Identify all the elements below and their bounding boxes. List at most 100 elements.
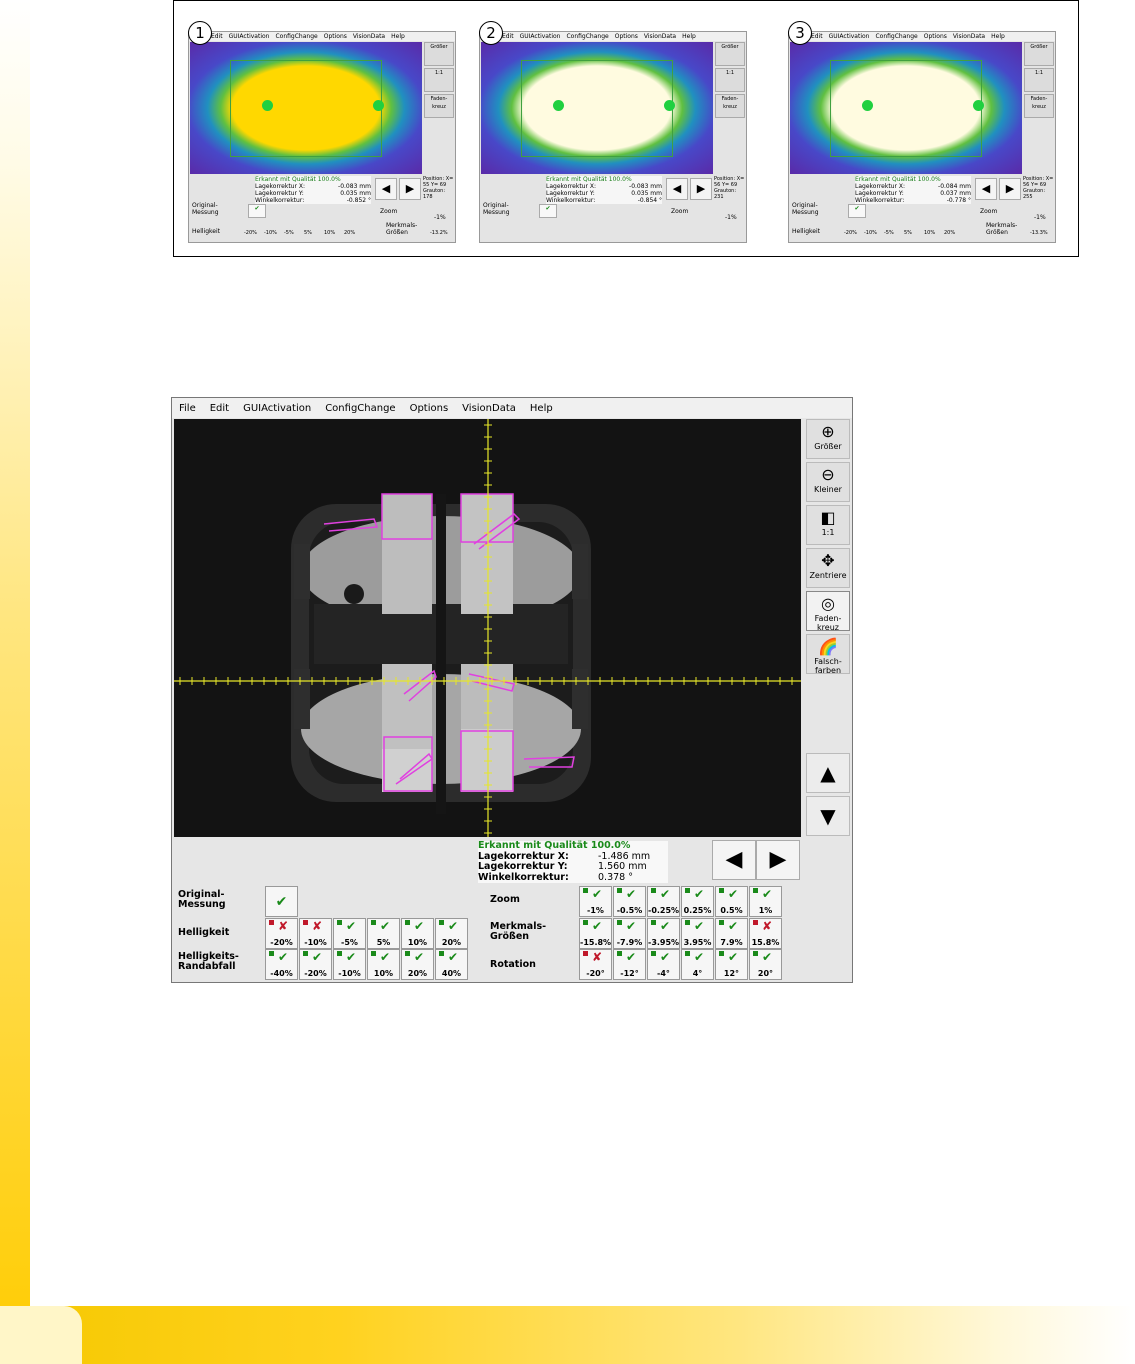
zoom-option[interactable]: ✔ -0.25%: [647, 886, 680, 917]
status-square: [303, 920, 308, 925]
zoom-option[interactable]: ✔ 1%: [749, 886, 782, 917]
side-button-4[interactable]: ◎ Faden-kreuz: [806, 591, 850, 632]
scroll-up-button[interactable]: ▲: [806, 753, 850, 793]
detection-info: Erkannt mit Qualität 100.0% Lagekorrektu…: [478, 840, 668, 883]
mini-side-toolbar: Größer 1:1 Faden-kreuz: [424, 42, 454, 174]
merkmals-option[interactable]: ✘ 15.8%: [749, 918, 782, 949]
merkmals-option[interactable]: ✔ 7.9%: [715, 918, 748, 949]
menu-configchange[interactable]: ConfigChange: [318, 403, 402, 414]
menu-file[interactable]: File: [172, 403, 203, 414]
mini-info-row: Winkelkorrektur: -0.854 °: [546, 197, 662, 204]
randabfall-option[interactable]: ✔ 20%: [401, 949, 434, 980]
angle-label: Winkelkorrektur:: [478, 871, 569, 883]
rainbow-icon: 🌈: [818, 637, 838, 656]
status-square: [337, 920, 342, 925]
next-image-button[interactable]: ▶: [756, 840, 800, 880]
mini-side-button: 1:1: [715, 68, 745, 92]
randabfall-option[interactable]: ✔ -20%: [299, 949, 332, 980]
merkmals-option[interactable]: ✔ -15.8%: [579, 918, 612, 949]
checkmark-icon: ✔: [660, 887, 671, 901]
helligkeit-option[interactable]: ✘ -20%: [265, 918, 298, 949]
side-button-2[interactable]: ◧ 1:1: [806, 505, 850, 545]
status-square: [617, 951, 622, 956]
side-button-1[interactable]: ⊖ Kleiner: [806, 462, 850, 502]
mini-info-row: Lagekorrektur Y: 0.035 mm: [255, 190, 371, 197]
side-button-5[interactable]: 🌈 Falsch-farben: [806, 634, 850, 675]
zoom-value: 0.5%: [720, 906, 743, 915]
mini-zoom-value: -1%: [434, 214, 446, 221]
helligkeit-option[interactable]: ✔ 20%: [435, 918, 468, 949]
camera-view[interactable]: [174, 419, 801, 837]
randabfall-value: -40%: [270, 969, 293, 978]
mini-level-value: -5%: [284, 230, 294, 236]
zoom-option[interactable]: ✔ 0.5%: [715, 886, 748, 917]
helligkeit-option[interactable]: ✔ 10%: [401, 918, 434, 949]
mini-menu-item: Edit: [502, 33, 514, 40]
status-square: [753, 888, 758, 893]
mini-info-row: Lagekorrektur X: -0.083 mm: [255, 183, 371, 190]
randabfall-option[interactable]: ✔ -10%: [333, 949, 366, 980]
zoom-option[interactable]: ✔ -1%: [579, 886, 612, 917]
rotation-option[interactable]: ✔ -12°: [613, 949, 646, 980]
checkmark-icon: ✔: [694, 887, 705, 901]
previous-image-button[interactable]: ◀: [712, 840, 756, 880]
randabfall-option[interactable]: ✔ 10%: [367, 949, 400, 980]
side-button-0[interactable]: ⊕ Größer: [806, 419, 850, 459]
crosshair-icon: ◎: [821, 594, 835, 613]
mini-info-row: Winkelkorrektur: -0.778 °: [855, 197, 971, 204]
helligkeit-option[interactable]: ✔ 5%: [367, 918, 400, 949]
mini-menu-bar: Edit GUIActivation ConfigChange Options Visi…: [480, 32, 746, 41]
randabfall-value: -10%: [338, 969, 361, 978]
checkmark-icon: ✔: [414, 950, 425, 964]
helligkeit-value: -20%: [270, 938, 293, 947]
mini-marker-dot: [373, 100, 384, 111]
mini-level-value: -20%: [244, 230, 257, 236]
merkmals-option[interactable]: ✔ 3.95%: [681, 918, 714, 949]
side-button-label: 1:1: [821, 528, 835, 537]
helligkeit-label: Helligkeit: [178, 927, 230, 938]
zoom-option[interactable]: ✔ -0.5%: [613, 886, 646, 917]
mini-detection-info: Erkannt mit Qualität 100.0% Lagekorrektur…: [255, 176, 371, 204]
mini-arrow-left-icon: ◀: [375, 178, 397, 200]
rotation-option[interactable]: ✔ 20°: [749, 949, 782, 980]
rotation-option[interactable]: ✔ 4°: [681, 949, 714, 980]
menu-edit[interactable]: Edit: [203, 403, 236, 414]
side-button-label: Faden-kreuz: [814, 614, 842, 632]
randabfall-option[interactable]: ✔ -40%: [265, 949, 298, 980]
mini-info-label: Lagekorrektur Y:: [255, 190, 304, 197]
scroll-down-button[interactable]: ▼: [806, 796, 850, 836]
mini-menu-item: VisionData: [352, 33, 386, 40]
checkmark-icon: ✔: [762, 887, 773, 901]
rotation-value: 12°: [723, 969, 740, 978]
rotation-option[interactable]: ✔ -4°: [647, 949, 680, 980]
randabfall-option[interactable]: ✔ 40%: [435, 949, 468, 980]
original-measurement-button[interactable]: ✔: [265, 886, 298, 917]
mini-detected-outline: [521, 60, 673, 157]
menu-visiondata[interactable]: VisionData: [455, 403, 523, 414]
mini-detected-outline: [830, 60, 982, 157]
menu-help[interactable]: Help: [523, 403, 560, 414]
helligkeit-option[interactable]: ✔ -5%: [333, 918, 366, 949]
merkmals-value: -7.9%: [616, 938, 643, 947]
side-button-3[interactable]: ✥ Zentriere: [806, 548, 850, 588]
side-button-label: Falsch-farben: [814, 657, 842, 675]
mini-screenshot-2: Edit GUIActivation ConfigChange Options Visi…: [479, 31, 747, 243]
helligkeit-option[interactable]: ✘ -10%: [299, 918, 332, 949]
rotation-option[interactable]: ✘ -20°: [579, 949, 612, 980]
mini-merkmals-value: -13.2%: [430, 230, 448, 236]
status-square: [303, 951, 308, 956]
one-to-one-icon: ◧: [820, 508, 836, 527]
mini-original-label: Original-Messung: [483, 202, 510, 216]
mini-side-toolbar: Größer 1:1 Faden-kreuz: [1024, 42, 1054, 174]
merkmals-option[interactable]: ✔ -3.95%: [647, 918, 680, 949]
zoom-option[interactable]: ✔ 0.25%: [681, 886, 714, 917]
menu-guiactivation[interactable]: GUIActivation: [236, 403, 318, 414]
merkmals-value: 15.8%: [751, 938, 780, 947]
menu-options[interactable]: Options: [403, 403, 456, 414]
mini-menu-item: Options: [323, 33, 347, 40]
bottom-accent-bar: [0, 1306, 1135, 1364]
pos-y-label: Lagekorrektur Y:: [478, 861, 568, 872]
merkmals-option[interactable]: ✔ -7.9%: [613, 918, 646, 949]
rotation-option[interactable]: ✔ 12°: [715, 949, 748, 980]
mini-info-value: -0.083 mm: [338, 183, 371, 190]
